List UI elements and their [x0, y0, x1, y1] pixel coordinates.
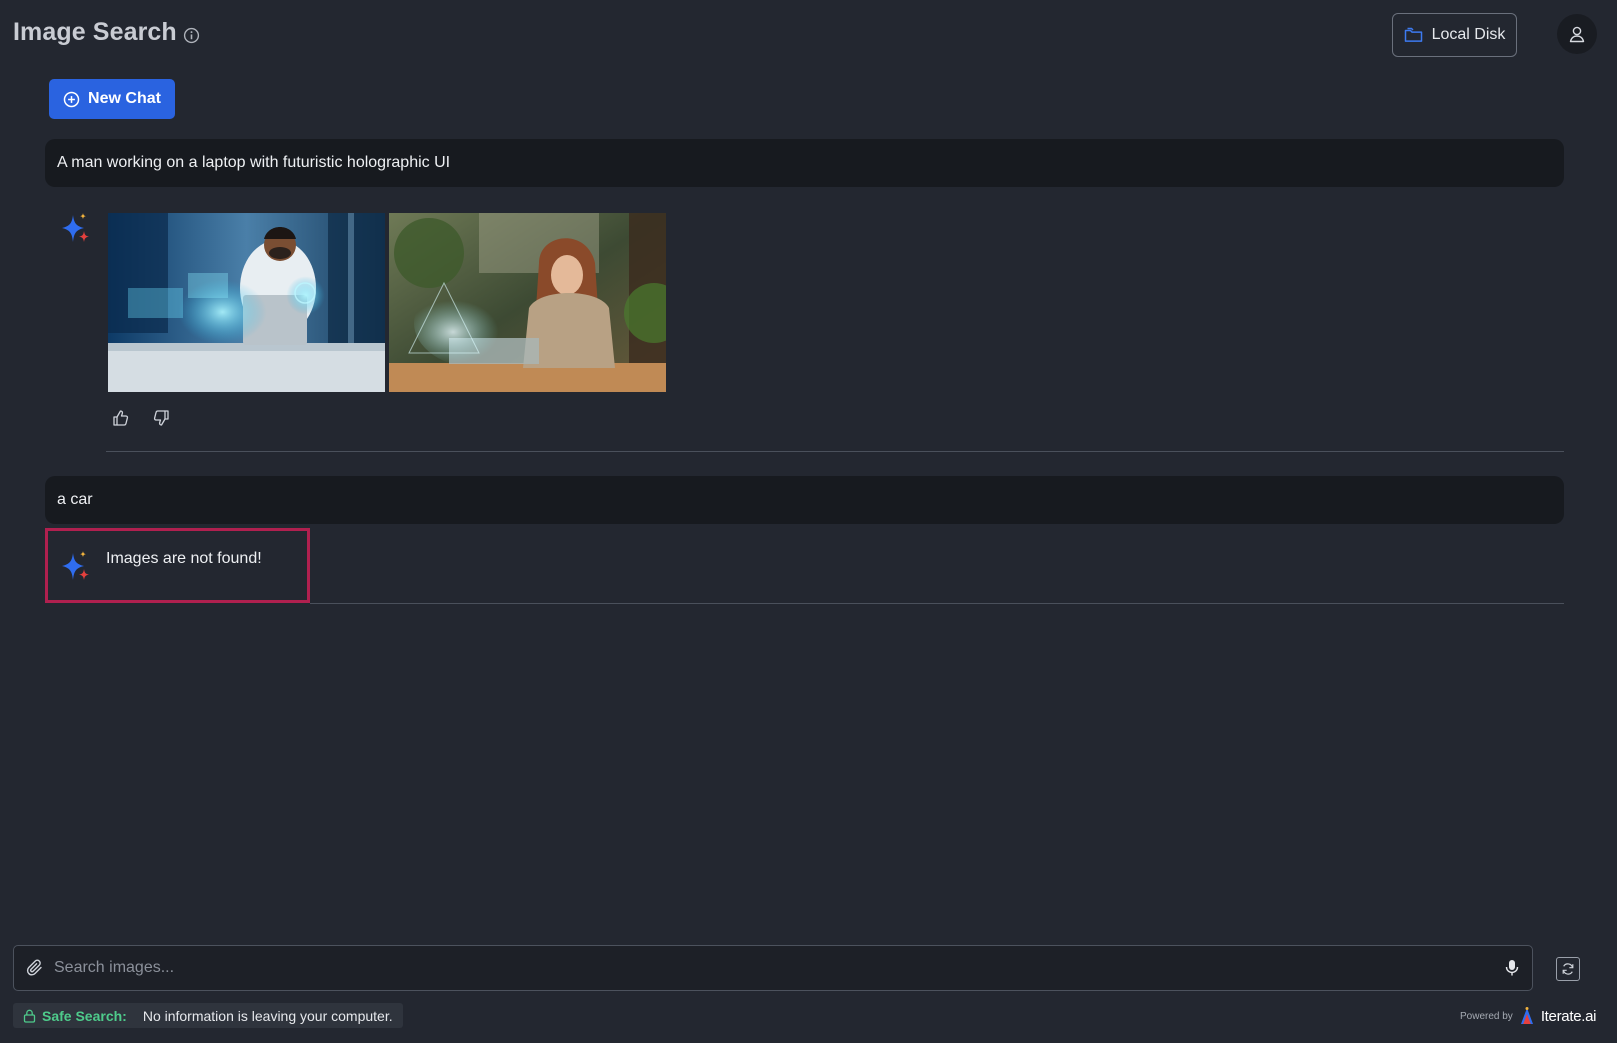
- safe-search-badge: Safe Search: No information is leaving y…: [13, 1003, 403, 1028]
- microphone-button[interactable]: [1504, 959, 1520, 977]
- refresh-button[interactable]: [1556, 957, 1580, 981]
- user-icon: [1569, 26, 1585, 43]
- local-disk-label: Local Disk: [1431, 26, 1506, 43]
- result-image[interactable]: [108, 213, 385, 392]
- attach-button[interactable]: [26, 959, 44, 977]
- thumbs-up-icon: [113, 409, 129, 426]
- page-header: Image Search: [13, 18, 200, 47]
- feedback-bar: [110, 408, 172, 430]
- local-disk-button[interactable]: Local Disk: [1392, 13, 1517, 57]
- search-results: [108, 213, 666, 392]
- thumbs-down-icon: [153, 409, 169, 426]
- new-chat-label: New Chat: [88, 90, 161, 107]
- folder-icon: [1404, 27, 1422, 42]
- user-avatar-button[interactable]: [1557, 14, 1597, 54]
- safe-search-label: Safe Search:: [42, 1007, 127, 1024]
- refresh-icon: [1562, 963, 1574, 975]
- user-query-text: A man working on a laptop with futuristi…: [57, 154, 451, 171]
- user-query-bubble: a car: [45, 476, 1564, 524]
- search-input[interactable]: [54, 959, 1494, 977]
- plus-circle-icon: [63, 91, 80, 107]
- info-icon[interactable]: [183, 27, 200, 44]
- ai-sparkle-icon: [62, 551, 89, 580]
- safe-search-message: No information is leaving your computer.: [142, 1007, 393, 1024]
- page-title: Image Search: [13, 18, 177, 46]
- result-image[interactable]: [389, 213, 666, 392]
- lock-icon: [23, 1009, 36, 1023]
- paperclip-icon: [26, 959, 42, 976]
- user-query-bubble: A man working on a laptop with futuristi…: [45, 139, 1564, 187]
- powered-by: Powered by Iterate.ai: [1460, 1006, 1596, 1026]
- no-results-message: Images are not found!: [106, 550, 262, 567]
- thumbs-down-button[interactable]: [150, 408, 172, 430]
- message-divider: [106, 451, 1564, 452]
- brand-name: Iterate.ai: [1540, 1007, 1597, 1025]
- iterate-logo-icon: [1520, 1007, 1533, 1024]
- microphone-icon: [1505, 960, 1519, 976]
- powered-by-label: Powered by: [1460, 1010, 1513, 1022]
- search-bar: [13, 945, 1533, 991]
- thumbs-up-button[interactable]: [110, 408, 132, 430]
- new-chat-button[interactable]: New Chat: [49, 79, 175, 119]
- message-divider: [310, 603, 1564, 604]
- user-query-text: a car: [57, 491, 93, 508]
- ai-sparkle-icon: [62, 213, 89, 242]
- image-search-app: Image Search Local Disk New Chat A man w…: [0, 0, 1617, 1043]
